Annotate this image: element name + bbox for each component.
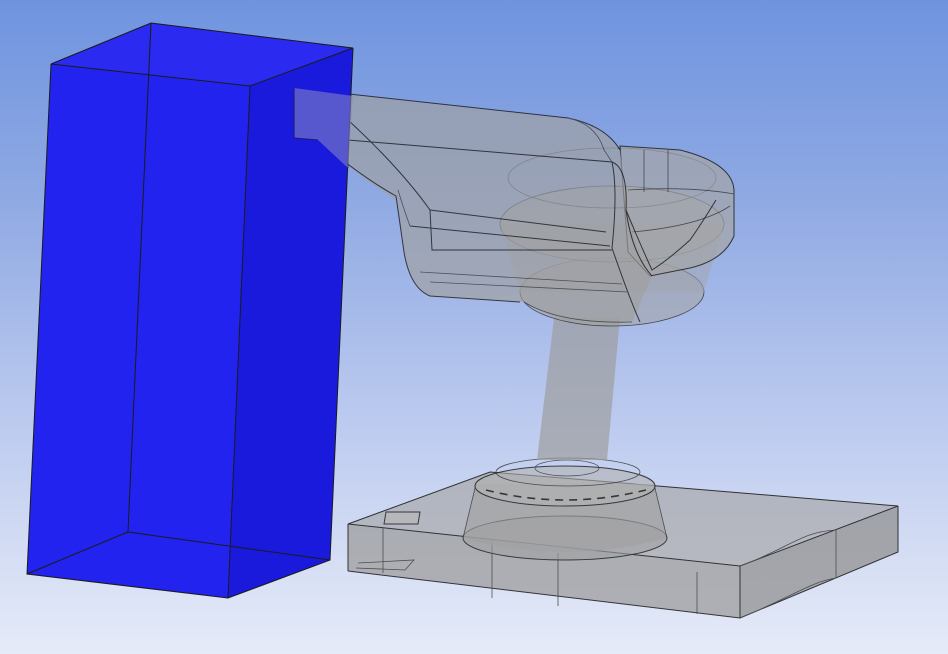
support-post[interactable] [537,318,620,460]
model-scene[interactable] [0,0,948,654]
graphics-viewport[interactable] [0,0,948,654]
base-plate-pocket [383,511,421,525]
support-post-body [537,318,620,460]
box-front-face [27,64,250,598]
